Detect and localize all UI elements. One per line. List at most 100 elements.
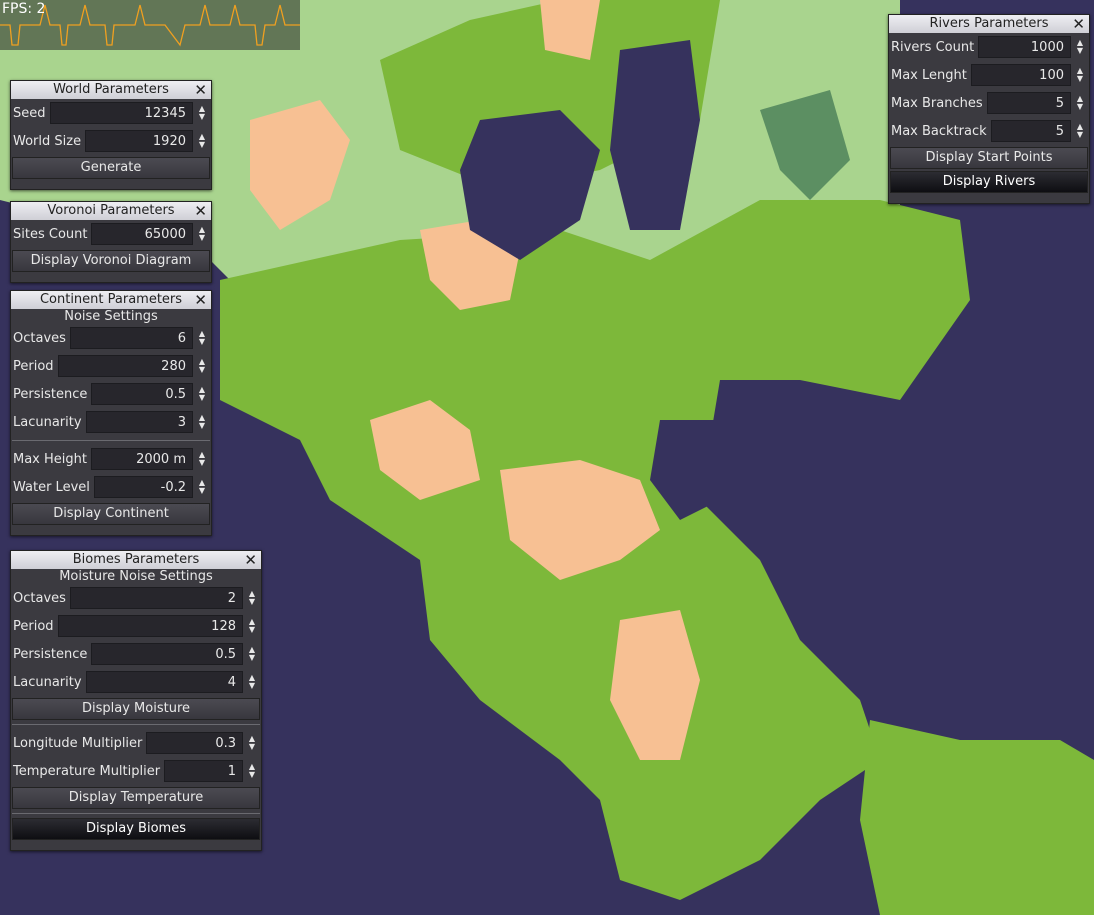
spinner-icon[interactable]: ▲ ▼ xyxy=(195,386,209,402)
close-icon[interactable]: ✕ xyxy=(244,551,257,569)
spinner-icon[interactable]: ▲ ▼ xyxy=(195,358,209,374)
lacunarity-input[interactable]: 4 xyxy=(85,671,243,693)
fps-overlay: FPS: 2 xyxy=(0,0,300,50)
panel-title[interactable]: Rivers Parameters ✕ xyxy=(889,15,1089,33)
divider xyxy=(12,724,260,725)
display-moisture-button[interactable]: Display Moisture xyxy=(12,698,260,720)
close-icon[interactable]: ✕ xyxy=(1072,15,1085,33)
seed-input[interactable]: 12345 xyxy=(49,102,193,124)
max-branches-label: Max Branches xyxy=(891,95,983,111)
persistence-label: Persistence xyxy=(13,646,88,662)
period-input[interactable]: 280 xyxy=(57,355,193,377)
temperature-label: Temperature Multiplier xyxy=(13,763,161,779)
octaves-label: Octaves xyxy=(13,590,66,606)
lacunarity-label: Lacunarity xyxy=(13,674,82,690)
spinner-icon[interactable]: ▲ ▼ xyxy=(1073,39,1087,55)
spinner-icon[interactable]: ▲ ▼ xyxy=(195,414,209,430)
spinner-icon[interactable]: ▲ ▼ xyxy=(1073,67,1087,83)
spinner-icon[interactable]: ▲ ▼ xyxy=(245,646,259,662)
spinner-icon[interactable]: ▲ ▼ xyxy=(195,226,209,242)
max-length-label: Max Lenght xyxy=(891,67,967,83)
longitude-input[interactable]: 0.3 xyxy=(146,732,243,754)
period-row: Period 280 ▲ ▼ xyxy=(11,352,211,380)
close-icon[interactable]: ✕ xyxy=(194,291,207,309)
sites-input[interactable]: 65000 xyxy=(91,223,193,245)
divider xyxy=(12,440,210,441)
world-parameters-panel: World Parameters ✕ Seed 12345 ▲ ▼ World Size… xyxy=(10,80,212,190)
max-branches-input[interactable]: 5 xyxy=(986,92,1071,114)
octaves-row: Octaves 6 ▲ ▼ xyxy=(11,324,211,352)
persistence-input[interactable]: 0.5 xyxy=(91,643,243,665)
persistence-row: Persistence 0.5 ▲ ▼ xyxy=(11,380,211,408)
octaves-input[interactable]: 6 xyxy=(69,327,193,349)
panel-title[interactable]: Continent Parameters ✕ xyxy=(11,291,211,309)
spinner-icon[interactable]: ▲ ▼ xyxy=(245,763,259,779)
panel-title-text: Rivers Parameters xyxy=(929,16,1049,31)
spinner-icon[interactable]: ▲ ▼ xyxy=(245,735,259,751)
max-branches-row: Max Branches 5 ▲ ▼ xyxy=(889,89,1089,117)
close-icon[interactable]: ✕ xyxy=(194,81,207,99)
spinner-icon[interactable]: ▲ ▼ xyxy=(195,105,209,121)
period-input[interactable]: 128 xyxy=(57,615,243,637)
spinner-icon[interactable]: ▲ ▼ xyxy=(245,674,259,690)
spinner-icon[interactable]: ▲ ▼ xyxy=(1073,123,1087,139)
period-label: Period xyxy=(13,358,54,374)
panel-title-text: World Parameters xyxy=(53,82,169,97)
display-rivers-button[interactable]: Display Rivers xyxy=(890,171,1088,193)
lacunarity-input[interactable]: 3 xyxy=(85,411,193,433)
rivers-count-row: Rivers Count 1000 ▲ ▼ xyxy=(889,33,1089,61)
panel-title[interactable]: Voronoi Parameters ✕ xyxy=(11,202,211,220)
close-icon[interactable]: ✕ xyxy=(194,202,207,220)
max-length-row: Max Lenght 100 ▲ ▼ xyxy=(889,61,1089,89)
sites-row: Sites Count 65000 ▲ ▼ xyxy=(11,220,211,248)
display-temperature-button[interactable]: Display Temperature xyxy=(12,787,260,809)
max-height-label: Max Height xyxy=(13,451,87,467)
panel-title[interactable]: Biomes Parameters ✕ xyxy=(11,551,261,569)
grass-se xyxy=(860,720,1094,915)
spinner-icon[interactable]: ▲ ▼ xyxy=(245,590,259,606)
lacunarity-label: Lacunarity xyxy=(13,414,82,430)
display-start-points-button[interactable]: Display Start Points xyxy=(890,147,1088,169)
display-voronoi-button[interactable]: Display Voronoi Diagram xyxy=(12,250,210,272)
max-length-input[interactable]: 100 xyxy=(970,64,1071,86)
spinner-icon[interactable]: ▲ ▼ xyxy=(195,133,209,149)
spinner-icon[interactable]: ▲ ▼ xyxy=(245,618,259,634)
world-size-input[interactable]: 1920 xyxy=(85,130,193,152)
spinner-icon[interactable]: ▲ ▼ xyxy=(195,479,209,495)
sites-label: Sites Count xyxy=(13,226,88,242)
octaves-row: Octaves 2 ▲ ▼ xyxy=(11,584,261,612)
longitude-label: Longitude Multiplier xyxy=(13,735,143,751)
temperature-input[interactable]: 1 xyxy=(164,760,243,782)
longitude-row: Longitude Multiplier 0.3 ▲ ▼ xyxy=(11,729,261,757)
seed-row: Seed 12345 ▲ ▼ xyxy=(11,99,211,127)
persistence-label: Persistence xyxy=(13,386,88,402)
voronoi-parameters-panel: Voronoi Parameters ✕ Sites Count 65000 ▲ ▼ D… xyxy=(10,201,212,283)
spinner-icon[interactable]: ▲ ▼ xyxy=(195,330,209,346)
octaves-label: Octaves xyxy=(13,330,66,346)
rivers-count-label: Rivers Count xyxy=(891,39,975,55)
panel-title[interactable]: World Parameters ✕ xyxy=(11,81,211,99)
max-backtrack-row: Max Backtrack 5 ▲ ▼ xyxy=(889,117,1089,145)
max-height-input[interactable]: 2000 m xyxy=(90,448,193,470)
noise-settings-heading: Noise Settings xyxy=(64,309,158,324)
max-height-row: Max Height 2000 m ▲ ▼ xyxy=(11,445,211,473)
display-biomes-button[interactable]: Display Biomes xyxy=(12,818,260,840)
continent-parameters-panel: Continent Parameters ✕ Noise Settings Oct… xyxy=(10,290,212,536)
persistence-input[interactable]: 0.5 xyxy=(91,383,193,405)
water-level-label: Water Level xyxy=(13,479,90,495)
period-row: Period 128 ▲ ▼ xyxy=(11,612,261,640)
divider xyxy=(12,813,260,814)
biomes-parameters-panel: Biomes Parameters ✕ Moisture Noise Settin… xyxy=(10,550,262,851)
water-level-row: Water Level -0.2 ▲ ▼ xyxy=(11,473,211,501)
max-backtrack-label: Max Backtrack xyxy=(891,123,987,139)
display-continent-button[interactable]: Display Continent xyxy=(12,503,210,525)
octaves-input[interactable]: 2 xyxy=(69,587,243,609)
spinner-icon[interactable]: ▲ ▼ xyxy=(1073,95,1087,111)
rivers-parameters-panel: Rivers Parameters ✕ Rivers Count 1000 ▲ ▼ Ma… xyxy=(888,14,1090,204)
rivers-count-input[interactable]: 1000 xyxy=(978,36,1071,58)
water-level-input[interactable]: -0.2 xyxy=(93,476,193,498)
lacunarity-row: Lacunarity 3 ▲ ▼ xyxy=(11,408,211,436)
spinner-icon[interactable]: ▲ ▼ xyxy=(195,451,209,467)
max-backtrack-input[interactable]: 5 xyxy=(990,120,1071,142)
generate-button[interactable]: Generate xyxy=(12,157,210,179)
